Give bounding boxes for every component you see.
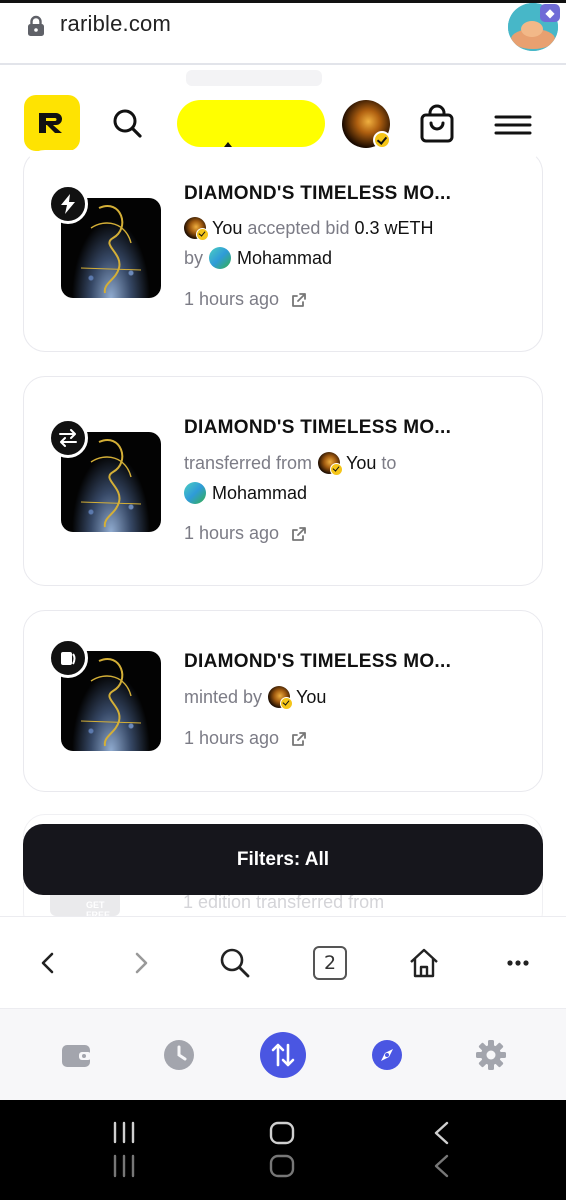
activity-time: 1 hours ago (184, 523, 307, 544)
tab-count: 2 (313, 946, 347, 980)
activity-line: transferred from You to (184, 452, 397, 476)
user-avatar[interactable] (184, 217, 209, 241)
gear-icon (476, 1040, 506, 1070)
rarible-logo[interactable] (24, 95, 80, 151)
time-text: 1 hours ago (184, 523, 280, 543)
user-avatar[interactable] (209, 247, 232, 269)
loading-strip (186, 70, 322, 86)
external-link-icon[interactable] (291, 526, 307, 542)
swap-arrows-icon (260, 1032, 306, 1078)
browser-url-bar[interactable]: rarible.com ◆ (0, 3, 566, 65)
search-icon (220, 948, 250, 978)
browser-tab[interactable] (363, 1031, 411, 1079)
chevron-right-icon (135, 952, 148, 974)
lock-icon (28, 15, 44, 36)
recent-apps-icon[interactable] (108, 1120, 140, 1182)
shopping-bag-icon[interactable] (418, 104, 456, 144)
lightning-icon (48, 184, 88, 224)
ethereum-icon: ◆ (540, 4, 560, 22)
clock-icon (164, 1040, 194, 1070)
action-text: minted by (184, 686, 263, 707)
actor-name[interactable]: You (346, 453, 376, 474)
wallet-icon (62, 1045, 91, 1067)
external-link-icon[interactable] (291, 731, 307, 747)
search-icon[interactable] (108, 104, 148, 144)
action-text: transferred from (184, 452, 313, 473)
chevron-left-icon (41, 952, 54, 974)
activity-card[interactable]: DIAMOND'S TIMELESS MO... transferred fro… (23, 376, 543, 586)
activity-title[interactable]: DIAMOND'S TIMELESS MO... (184, 183, 451, 205)
user-name[interactable]: Mohammad (212, 483, 307, 504)
browser-toolbar: 2 (0, 916, 566, 1008)
activity-card[interactable]: DIAMOND'S TIMELESS MO... minted by You 1… (23, 610, 543, 792)
profile-avatar[interactable] (342, 100, 391, 149)
activity-line: You accepted bid 0.3 wETH (184, 217, 434, 241)
time-text: 1 hours ago (184, 289, 280, 309)
back-nav-icon[interactable] (430, 1120, 454, 1182)
settings-tab[interactable] (467, 1031, 515, 1079)
browser-search-button[interactable] (215, 943, 255, 983)
verified-badge-icon (196, 228, 209, 241)
tabs-button[interactable]: 2 (310, 943, 350, 983)
activity-card[interactable]: DIAMOND'S TIMELESS MO... You accepted bi… (23, 150, 543, 352)
compass-icon (372, 1040, 402, 1070)
activity-line: by Mohammad (184, 247, 332, 269)
back-button[interactable] (28, 943, 68, 983)
home-icon (410, 948, 438, 978)
activity-line: minted by You (184, 686, 326, 710)
hamburger-menu-icon[interactable] (494, 114, 532, 136)
time-text: 1 hours ago (184, 728, 280, 748)
more-dots-icon (507, 960, 529, 966)
swap-tab[interactable] (259, 1031, 307, 1079)
user-avatar[interactable] (318, 452, 344, 476)
activity-time: 1 hours ago (184, 728, 307, 749)
history-tab[interactable] (155, 1031, 203, 1079)
forward-button[interactable] (121, 943, 161, 983)
peek-text: 1 edition transferred from (183, 892, 385, 912)
home-nav-icon[interactable] (268, 1120, 298, 1182)
filters-button[interactable]: Filters: All (23, 824, 543, 895)
rarible-r-icon (39, 113, 62, 133)
activity-line: Mohammad (184, 482, 307, 504)
verified-badge-icon (330, 463, 344, 476)
pill-caret-icon (224, 142, 232, 147)
wallet-app-bar (0, 1008, 566, 1100)
bid-amount: 0.3 wETH (354, 217, 434, 238)
url-text[interactable]: rarible.com (60, 11, 171, 37)
wallet-tab[interactable] (52, 1031, 100, 1079)
actor-name[interactable]: You (296, 687, 326, 708)
external-link-icon[interactable] (291, 292, 307, 308)
transfer-arrows-icon (48, 418, 88, 458)
prefix-text: by (184, 247, 204, 268)
user-name[interactable]: Mohammad (237, 248, 332, 269)
user-avatar[interactable] (268, 686, 294, 710)
action-text: accepted bid (247, 217, 350, 238)
verified-badge-icon (373, 131, 391, 149)
actor-name[interactable]: You (212, 218, 242, 239)
mint-icon (48, 638, 88, 678)
user-avatar[interactable] (184, 482, 206, 504)
activity-title[interactable]: DIAMOND'S TIMELESS MO... (184, 651, 451, 673)
connect-pill[interactable] (177, 100, 325, 147)
activity-title[interactable]: DIAMOND'S TIMELESS MO... (184, 417, 451, 439)
more-button[interactable] (498, 943, 538, 983)
home-button[interactable] (404, 943, 444, 983)
suffix-text: to (381, 452, 397, 473)
android-nav-bar (0, 1100, 566, 1200)
activity-time: 1 hours ago (184, 289, 307, 310)
verified-badge-icon (280, 697, 294, 710)
